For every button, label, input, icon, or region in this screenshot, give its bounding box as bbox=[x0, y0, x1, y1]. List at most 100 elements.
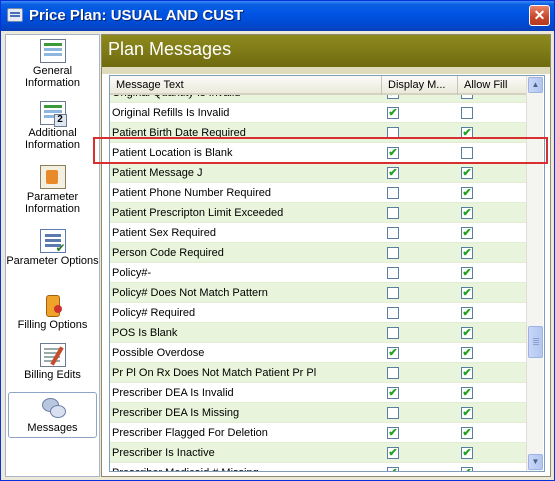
allow-fill-checkbox[interactable]: ✔ bbox=[461, 247, 473, 259]
table-row[interactable]: POS Is Blank ✔ bbox=[110, 323, 526, 343]
message-text-cell: Patient Birth Date Required bbox=[112, 127, 246, 139]
close-button[interactable]: ✕ bbox=[529, 5, 550, 26]
table-row[interactable]: Patient Sex Required ✔ bbox=[110, 223, 526, 243]
sidebar-item-label: Parameter Information bbox=[24, 191, 81, 215]
allow-fill-checkbox[interactable]: ✔ bbox=[461, 467, 473, 471]
display-message-checkbox[interactable] bbox=[387, 267, 399, 279]
allow-fill-checkbox[interactable]: ✔ bbox=[461, 267, 473, 279]
display-message-checkbox[interactable]: ✔ bbox=[387, 347, 399, 359]
table-row[interactable]: Prescriber DEA Is Missing ✔ bbox=[110, 403, 526, 423]
allow-fill-checkbox[interactable]: ✔ bbox=[461, 127, 473, 139]
display-message-checkbox[interactable] bbox=[387, 327, 399, 339]
price-plan-window: Price Plan: USUAL AND CUST ✕ General Inf… bbox=[0, 0, 555, 481]
sidebar-item-general-information[interactable]: General Information bbox=[6, 39, 99, 89]
message-text-cell: Prescriber Medicaid # Missing bbox=[112, 463, 382, 471]
allow-fill-checkbox[interactable]: ✔ bbox=[461, 387, 473, 399]
display-message-checkbox[interactable]: ✔ bbox=[387, 427, 399, 439]
sidebar-item-parameter-options[interactable]: Parameter Options bbox=[6, 229, 99, 267]
display-message-checkbox[interactable]: ✔ bbox=[387, 167, 399, 179]
display-message-checkbox[interactable] bbox=[387, 367, 399, 379]
table-row[interactable]: Possible Overdose ✔ ✔ bbox=[110, 343, 526, 363]
allow-fill-checkbox[interactable]: ✔ bbox=[461, 347, 473, 359]
table-row[interactable]: Patient Phone Number Required ✔ bbox=[110, 183, 526, 203]
message-text-cell: Original Quantity Is Invalid bbox=[112, 95, 382, 103]
display-message-checkbox[interactable] bbox=[387, 127, 399, 139]
table-row[interactable]: Prescriber Flagged For Deletion ✔ ✔ bbox=[110, 423, 526, 443]
allow-fill-checkbox[interactable]: ✔ bbox=[461, 407, 473, 419]
allow-fill-checkbox[interactable] bbox=[461, 95, 473, 99]
allow-fill-checkbox[interactable] bbox=[461, 147, 473, 159]
app-icon bbox=[7, 8, 23, 22]
table-row[interactable]: Prescriber Medicaid # Missing ✔ ✔ bbox=[110, 463, 526, 471]
message-text-cell: POS Is Blank bbox=[112, 327, 178, 339]
sidebar-item-billing-edits[interactable]: Billing Edits bbox=[6, 343, 99, 381]
display-message-checkbox[interactable]: ✔ bbox=[387, 107, 399, 119]
message-text-cell: Patient Location is Blank bbox=[112, 147, 233, 159]
display-message-checkbox[interactable]: ✔ bbox=[387, 147, 399, 159]
sidebar: General Information Additional Informati… bbox=[5, 34, 100, 477]
allow-fill-checkbox[interactable]: ✔ bbox=[461, 367, 473, 379]
display-message-checkbox[interactable] bbox=[387, 247, 399, 259]
panel-header: Plan Messages bbox=[102, 35, 550, 67]
additional-info-icon bbox=[39, 101, 67, 127]
table-row[interactable]: Person Code Required ✔ bbox=[110, 243, 526, 263]
billing-edits-icon bbox=[39, 343, 66, 367]
table-row[interactable]: Original Quantity Is Invalid ✔ bbox=[110, 95, 526, 103]
display-message-checkbox[interactable] bbox=[387, 207, 399, 219]
parameter-options-icon bbox=[39, 229, 66, 255]
message-text-cell: Policy# Does Not Match Pattern bbox=[112, 287, 268, 299]
allow-fill-checkbox[interactable]: ✔ bbox=[461, 447, 473, 459]
table-row[interactable]: Patient Message J ✔ ✔ bbox=[110, 163, 526, 183]
message-text-cell: Patient Prescripton Limit Exceeded bbox=[112, 207, 284, 219]
parameter-info-icon bbox=[39, 165, 66, 189]
column-header-message-text[interactable]: Message Text bbox=[110, 76, 382, 95]
allow-fill-checkbox[interactable]: ✔ bbox=[461, 327, 473, 339]
display-message-checkbox[interactable] bbox=[387, 407, 399, 419]
allow-fill-checkbox[interactable]: ✔ bbox=[461, 227, 473, 239]
display-message-checkbox[interactable]: ✔ bbox=[387, 387, 399, 399]
display-message-checkbox[interactable] bbox=[387, 287, 399, 299]
message-text-cell: Prescriber DEA Is Invalid bbox=[112, 387, 234, 399]
general-info-icon bbox=[39, 39, 66, 63]
table-row[interactable]: Patient Birth Date Required ✔ bbox=[110, 123, 526, 143]
scroll-down-button[interactable]: ▼ bbox=[528, 454, 543, 470]
grid-rows-inner: Original Quantity Is Invalid✔Original Re… bbox=[110, 95, 526, 471]
table-row[interactable]: Patient Location is Blank ✔ bbox=[110, 143, 526, 163]
sidebar-item-parameter-information[interactable]: Parameter Information bbox=[6, 165, 99, 215]
sidebar-item-label: Messages bbox=[27, 422, 78, 434]
display-message-checkbox[interactable] bbox=[387, 187, 399, 199]
allow-fill-checkbox[interactable]: ✔ bbox=[461, 427, 473, 439]
table-row[interactable]: Pr Pl On Rx Does Not Match Patient Pr Pl… bbox=[110, 363, 526, 383]
display-message-checkbox[interactable] bbox=[387, 307, 399, 319]
sidebar-item-label: General Information bbox=[24, 65, 81, 89]
table-row[interactable]: Policy# Required ✔ bbox=[110, 303, 526, 323]
scroll-thumb[interactable] bbox=[528, 326, 543, 358]
sidebar-item-additional-information[interactable]: Additional Information bbox=[6, 101, 99, 151]
messages-icon bbox=[40, 396, 66, 420]
scroll-up-button[interactable]: ▲ bbox=[528, 77, 543, 93]
column-header-display-message[interactable]: Display M... bbox=[382, 76, 458, 95]
allow-fill-checkbox[interactable]: ✔ bbox=[461, 287, 473, 299]
allow-fill-checkbox[interactable]: ✔ bbox=[461, 207, 473, 219]
display-message-checkbox[interactable] bbox=[387, 227, 399, 239]
table-row[interactable]: Policy#- ✔ bbox=[110, 263, 526, 283]
vertical-scrollbar[interactable]: ▲ ▼ bbox=[526, 76, 543, 471]
column-header-allow-fill[interactable]: Allow Fill bbox=[458, 76, 526, 95]
table-row[interactable]: Original Refills Is Invalid ✔ bbox=[110, 103, 526, 123]
table-row[interactable]: Policy# Does Not Match Pattern ✔ bbox=[110, 283, 526, 303]
display-message-checkbox[interactable]: ✔ bbox=[387, 447, 399, 459]
display-message-checkbox[interactable]: ✔ bbox=[387, 467, 399, 471]
table-row[interactable]: Patient Prescripton Limit Exceeded ✔ bbox=[110, 203, 526, 223]
sidebar-item-messages[interactable]: Messages bbox=[8, 392, 97, 438]
sidebar-item-filling-options[interactable]: Filling Options bbox=[6, 293, 99, 331]
message-text-cell: Patient Message J bbox=[112, 167, 203, 179]
message-text-cell: Pr Pl On Rx Does Not Match Patient Pr Pl bbox=[112, 367, 317, 379]
table-row[interactable]: Prescriber Is Inactive ✔ ✔ bbox=[110, 443, 526, 463]
title-bar[interactable]: Price Plan: USUAL AND CUST ✕ bbox=[1, 1, 554, 31]
display-message-checkbox[interactable]: ✔ bbox=[387, 95, 399, 99]
allow-fill-checkbox[interactable]: ✔ bbox=[461, 167, 473, 179]
table-row[interactable]: Prescriber DEA Is Invalid ✔ ✔ bbox=[110, 383, 526, 403]
allow-fill-checkbox[interactable]: ✔ bbox=[461, 307, 473, 319]
allow-fill-checkbox[interactable]: ✔ bbox=[461, 187, 473, 199]
allow-fill-checkbox[interactable] bbox=[461, 107, 473, 119]
